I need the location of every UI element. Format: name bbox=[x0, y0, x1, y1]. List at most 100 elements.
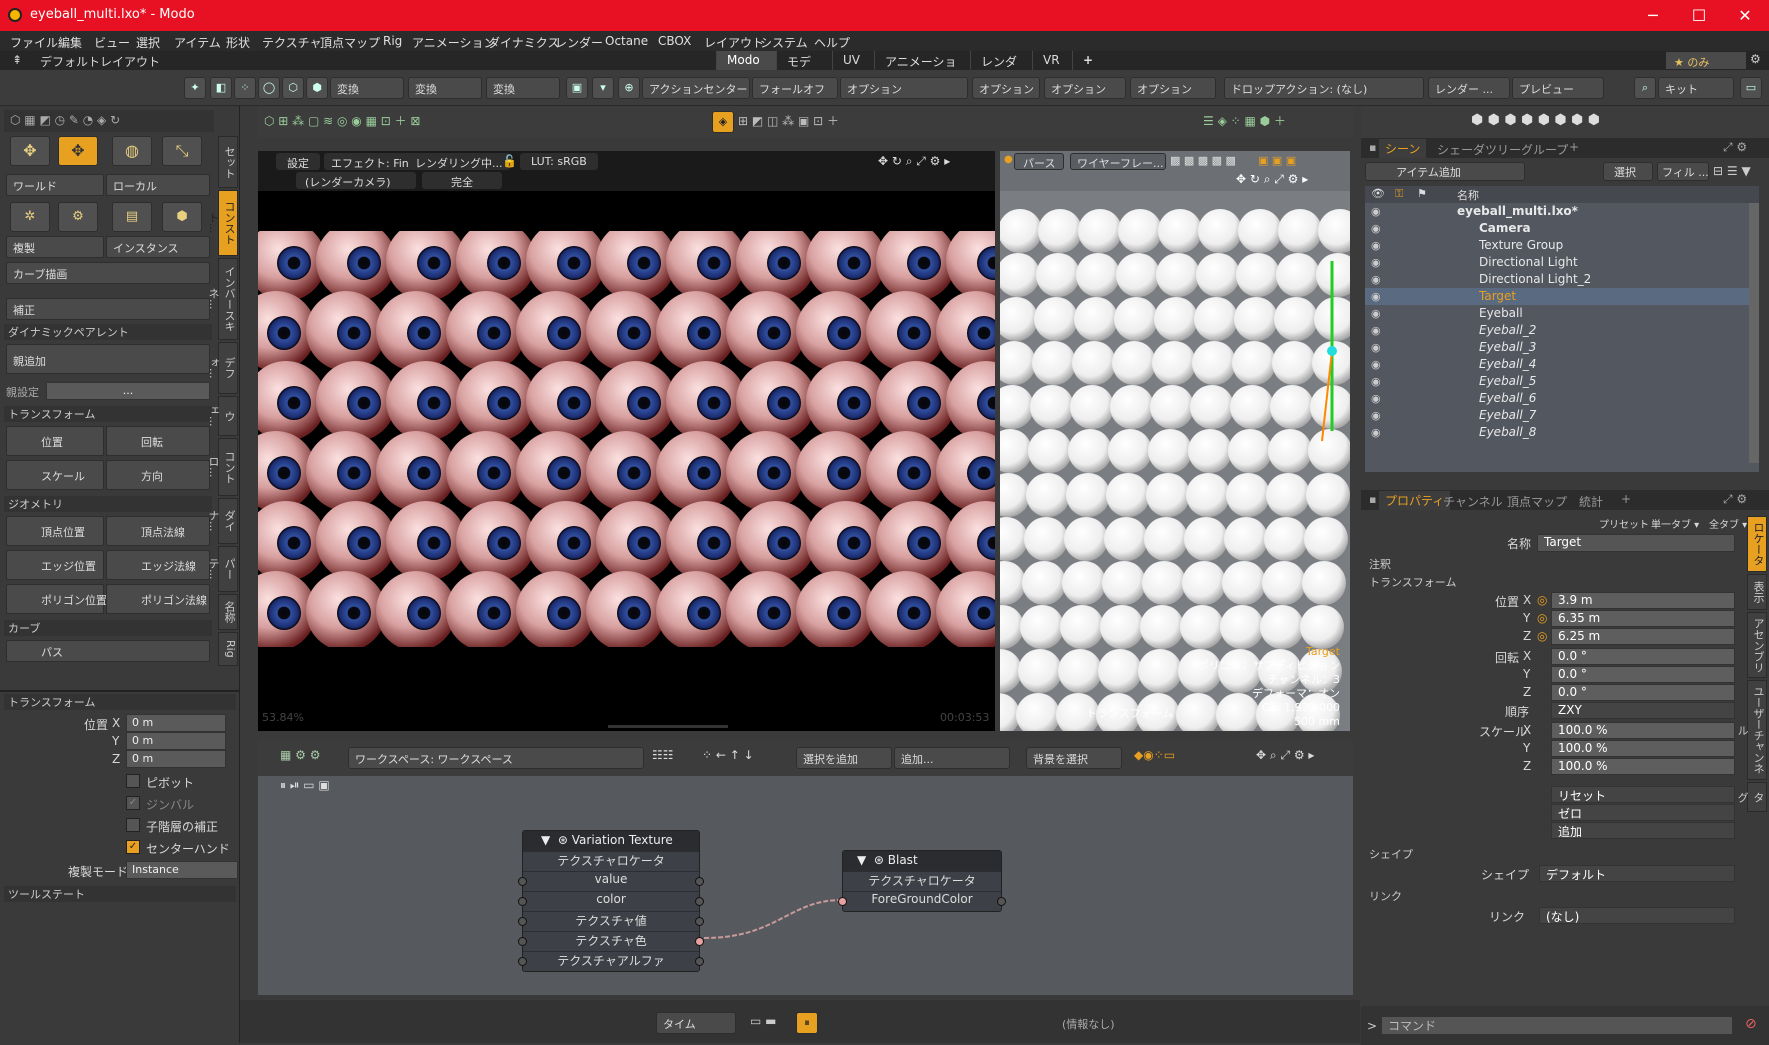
timeline-icons[interactable]: ▭ ▬ bbox=[750, 1014, 777, 1028]
tool-pos-z-field[interactable]: 0 m bbox=[126, 750, 226, 768]
scene-item-row[interactable]: ◉ Directional Light bbox=[1365, 254, 1759, 271]
pos-z-field[interactable]: 6.25 m bbox=[1551, 628, 1735, 645]
rot-y-field[interactable]: 0.0 ° bbox=[1551, 666, 1735, 683]
rendering-button[interactable]: レンダリング中... bbox=[408, 153, 510, 170]
perspective-button[interactable]: パース bbox=[1014, 153, 1065, 170]
3d-viewport[interactable]: ● パース ワイヤーフレー... ▩ ▩ ▩ ▩ ▩ ▣ ▣ ▣ ✥ ↻ ⌕ ⤢… bbox=[1000, 151, 1350, 731]
option-button-1[interactable]: オプション bbox=[840, 77, 968, 99]
shape-dropdown[interactable]: デフォルト bbox=[1539, 865, 1735, 882]
node-tool-icons[interactable]: ▦ ⚙ ⚙ bbox=[280, 748, 320, 762]
duplicate-button[interactable]: 複製 bbox=[6, 236, 104, 258]
position-button[interactable]: 位置 bbox=[6, 426, 104, 456]
tab-render[interactable]: レンダー bbox=[970, 51, 1032, 86]
port-out[interactable] bbox=[695, 957, 704, 966]
visibility-eye-icon[interactable]: ◉ bbox=[1371, 375, 1381, 388]
vtab-control[interactable]: コントロ... bbox=[207, 438, 238, 496]
snap-icon[interactable]: ⊕ bbox=[618, 77, 640, 99]
tab-properties[interactable]: プロパティ bbox=[1379, 491, 1451, 510]
all-tab-dropdown[interactable]: 全タブ ▾ bbox=[1709, 516, 1747, 531]
vtab-dynamics[interactable]: ダイナ... bbox=[207, 498, 238, 544]
rotate-button[interactable]: 回転 bbox=[106, 426, 210, 456]
shape-section[interactable]: シェイプ bbox=[1365, 846, 1731, 862]
vtab-particles[interactable]: パーテ... bbox=[207, 546, 238, 592]
curve-section[interactable]: カーブ bbox=[4, 620, 212, 636]
menu-octane[interactable]: Octane bbox=[605, 34, 648, 48]
scale-tool-icon[interactable]: ⤡ bbox=[162, 136, 202, 166]
dynamic-parent-section[interactable]: ダイナミックペアレント bbox=[4, 324, 212, 340]
display-active-icons[interactable]: ▣ ▣ ▣ bbox=[1258, 154, 1296, 167]
tab-channels[interactable]: チャンネル bbox=[1443, 493, 1503, 510]
instance-button[interactable]: インスタンス bbox=[106, 236, 210, 258]
scene-item-row[interactable]: ◉ Eyeball_2 bbox=[1365, 322, 1759, 339]
scene-item-row[interactable]: ◉ Camera bbox=[1365, 220, 1759, 237]
tab-model[interactable]: モデル bbox=[776, 51, 832, 86]
dup-mode-dropdown[interactable]: Instance bbox=[126, 861, 238, 879]
scene-filter-icons[interactable]: ⊟ ☰ ▼ bbox=[1713, 164, 1751, 178]
vertex-normal-button[interactable]: 頂点法線 bbox=[106, 516, 210, 546]
favorites-only-toggle[interactable]: ★ のみ bbox=[1666, 52, 1746, 69]
vtab-deform[interactable]: デフォ... bbox=[207, 342, 238, 394]
variation-texture-title[interactable]: ▼ ⊛ Variation Texture bbox=[523, 831, 699, 851]
add-props-tab[interactable]: + bbox=[1621, 492, 1631, 506]
rotate-tool-icon[interactable]: ◍ bbox=[112, 136, 152, 166]
transform-button-3[interactable]: 変換 bbox=[486, 77, 560, 99]
polygon-normal-button[interactable]: ポリゴン法線 bbox=[106, 584, 210, 614]
link-dropdown[interactable]: (なし) bbox=[1539, 907, 1735, 924]
vertex-position-button[interactable]: 頂点位置 bbox=[6, 516, 104, 546]
path-button[interactable]: パス bbox=[6, 640, 210, 662]
add-item-dropdown[interactable]: アイテム追加 bbox=[1365, 162, 1525, 181]
menu-item[interactable]: アイテム bbox=[174, 34, 221, 51]
tab-modo[interactable]: Modo bbox=[716, 51, 776, 70]
props-menu-icon[interactable]: ▪ bbox=[1369, 493, 1376, 506]
scene-item-row[interactable]: ◉ Eyeball_3 bbox=[1365, 339, 1759, 356]
transform-button-1[interactable]: 変換 bbox=[330, 77, 404, 99]
dropdown-arrow-icon[interactable]: ▾ bbox=[592, 77, 614, 99]
pos-x-anim-icon[interactable]: ◎ bbox=[1537, 593, 1547, 607]
edge-position-button[interactable]: エッジ位置 bbox=[6, 550, 104, 580]
scale-y-field[interactable]: 100.0 % bbox=[1551, 740, 1735, 757]
tab-shader-tree[interactable]: シェーダツリー bbox=[1437, 141, 1521, 158]
port-out[interactable] bbox=[695, 917, 704, 926]
port-in[interactable] bbox=[838, 897, 847, 906]
shield-icon[interactable]: ⬢ bbox=[306, 77, 328, 99]
tool-row-icon-1[interactable]: ⬡ ▦ ◩ ◷ ✎ ◔ ◈ ↻ bbox=[10, 113, 120, 127]
reset-dropdown[interactable]: リセット bbox=[1551, 786, 1735, 803]
lock-icon[interactable]: 🔓 bbox=[502, 154, 517, 168]
center-handle-checkbox[interactable]: ✓ bbox=[126, 840, 140, 854]
pivot-checkbox[interactable] bbox=[126, 774, 140, 788]
menu-render[interactable]: レンダー bbox=[555, 34, 603, 51]
direction-button[interactable]: 方向 bbox=[106, 460, 210, 490]
transform-tool-icon[interactable]: ✥ bbox=[58, 136, 98, 166]
panel-menu-icon[interactable]: ▪ bbox=[1369, 141, 1376, 154]
port-in[interactable] bbox=[518, 897, 527, 906]
vtab-set[interactable]: セット bbox=[218, 136, 238, 188]
visibility-eye-icon[interactable]: ◉ bbox=[1371, 205, 1381, 218]
vtab-name[interactable]: 名称 bbox=[218, 594, 238, 630]
layout-grid-icon[interactable]: ☷☷ bbox=[652, 748, 674, 762]
port-out[interactable] bbox=[997, 897, 1006, 906]
menu-animation[interactable]: アニメーション bbox=[412, 34, 496, 51]
local-button[interactable]: ローカル bbox=[106, 174, 210, 196]
scene-expand-icon[interactable]: ⤢ ⚙ bbox=[1723, 140, 1747, 155]
port-out[interactable] bbox=[695, 877, 704, 886]
render-button[interactable]: レンダー ... bbox=[1428, 77, 1510, 99]
viewport-icons-right[interactable]: ☰ ◈ ⁘ ▦ ⬢ ＋ bbox=[1203, 112, 1286, 129]
vtab-display[interactable]: 表示 bbox=[1747, 574, 1767, 610]
add-item-icon[interactable]: ⬢ bbox=[162, 202, 202, 232]
add-parent-button[interactable]: 親追加 bbox=[6, 344, 210, 374]
option-button-2[interactable]: オプション bbox=[972, 77, 1040, 99]
pos-x-field[interactable]: 3.9 m bbox=[1551, 592, 1735, 609]
option-button-4[interactable]: オプション bbox=[1130, 77, 1216, 99]
order-dropdown[interactable]: ZXY bbox=[1551, 702, 1735, 719]
add-scene-tab[interactable]: + bbox=[1569, 140, 1579, 154]
workplane-icon[interactable]: ▤ bbox=[112, 202, 152, 232]
select-element-icon[interactable]: ◧ bbox=[210, 77, 232, 99]
tool-pos-y-field[interactable]: 0 m bbox=[126, 732, 226, 750]
scale-x-field[interactable]: 100.0 % bbox=[1551, 722, 1735, 739]
close-button[interactable]: ✕ bbox=[1722, 4, 1768, 28]
port-in[interactable] bbox=[518, 957, 527, 966]
menu-texture[interactable]: テクスチャ bbox=[262, 34, 322, 51]
falloff-button[interactable]: フォールオフ bbox=[752, 77, 838, 99]
3d-nav-icons[interactable]: ✥ ↻ ⌕ ⤢ ⚙ ▸ bbox=[1236, 172, 1308, 187]
render-viewport[interactable]: 53.84% 00:03:53 bbox=[258, 151, 995, 731]
